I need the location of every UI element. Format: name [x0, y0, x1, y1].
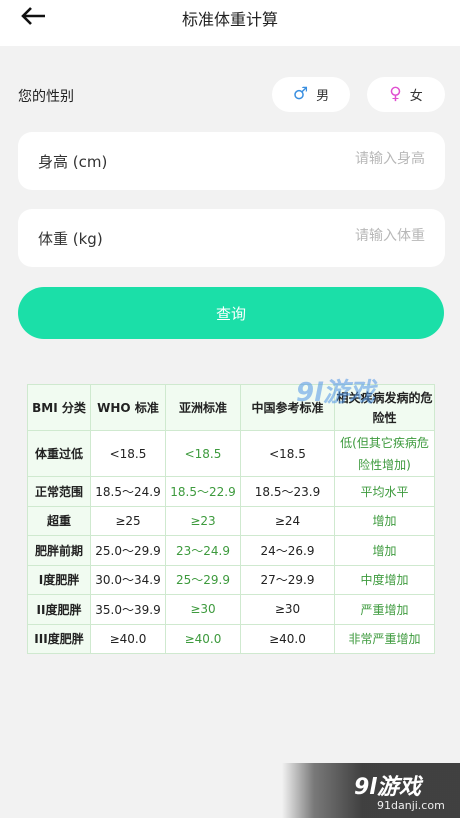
- table-cell: <18.5: [90, 430, 166, 477]
- gender-label: 您的性别: [18, 89, 74, 105]
- table-cell: 25.0～29.9: [90, 535, 166, 566]
- watermark-text: 9l游戏: [296, 378, 376, 408]
- table-row: 超重 ≥25 ≥23 ≥24 增加: [27, 505, 435, 536]
- row-label: III度肥胖: [27, 623, 91, 654]
- table-cell: 25～29.9: [165, 564, 241, 595]
- corner-url: 91danji.com: [377, 799, 445, 812]
- page-title: 标准体重计算: [181, 10, 278, 29]
- weight-input[interactable]: [223, 227, 427, 245]
- table-cell: <18.5: [165, 430, 241, 477]
- table-cell: 30.0～34.9: [90, 564, 166, 595]
- header-asia: 亚洲标准: [165, 384, 241, 431]
- table-cell: 24～26.9: [240, 535, 335, 566]
- corner-logo: 9l游戏: [354, 775, 421, 800]
- query-button[interactable]: 查询: [18, 287, 444, 339]
- table-cell: 低(但其它疾病危险性增加): [334, 430, 435, 477]
- table-cell: 18.5～22.9: [165, 476, 241, 507]
- table-cell: 严重增加: [334, 594, 435, 625]
- corner-watermark: 9l游戏 91danji.com: [282, 763, 460, 818]
- table-cell: ≥30: [240, 594, 335, 625]
- table-row: III度肥胖 ≥40.0 ≥40.0 ≥40.0 非常严重增加: [27, 623, 435, 654]
- bmi-table: BMI 分类 WHO 标准 亚洲标准 中国参考标准 相关疾病发病的危险性 体重过…: [27, 384, 435, 654]
- app-header: 标准体重计算: [0, 0, 460, 46]
- table-row: II度肥胖 35.0～39.9 ≥30 ≥30 严重增加: [27, 594, 435, 625]
- table-cell: 18.5～23.9: [240, 476, 335, 507]
- table-cell: 23～24.9: [165, 535, 241, 566]
- table-cell: 增加: [334, 535, 435, 566]
- table-cell: <18.5: [240, 430, 335, 477]
- male-symbol-icon: ♂: [292, 84, 309, 104]
- table-cell: ≥40.0: [240, 623, 335, 654]
- row-label: I度肥胖: [27, 564, 91, 595]
- table-row: I度肥胖 30.0～34.9 25～29.9 27～29.9 中度增加: [27, 564, 435, 595]
- table-cell: ≥40.0: [90, 623, 166, 654]
- header-bmi: BMI 分类: [27, 384, 91, 431]
- table-row: 体重过低 <18.5 <18.5 <18.5 低(但其它疾病危险性增加): [27, 430, 435, 477]
- height-field: 身高 (cm): [18, 132, 445, 190]
- table-cell: ≥25: [90, 505, 166, 536]
- header-who: WHO 标准: [90, 384, 166, 431]
- weight-field: 体重 (kg): [18, 209, 445, 267]
- row-label: 正常范围: [27, 476, 91, 507]
- height-input[interactable]: [223, 150, 427, 168]
- female-label: 女: [409, 89, 423, 104]
- table-cell: 27～29.9: [240, 564, 335, 595]
- watermark-logo: 9l游戏: [296, 372, 396, 408]
- weight-label: 体重 (kg): [38, 230, 103, 248]
- row-label: 体重过低: [27, 430, 91, 477]
- table-cell: 增加: [334, 505, 435, 536]
- male-button[interactable]: ♂ 男: [272, 77, 350, 112]
- female-button[interactable]: ♀ 女: [367, 77, 445, 112]
- table-cell: 平均水平: [334, 476, 435, 507]
- table-cell: 35.0～39.9: [90, 594, 166, 625]
- table-cell: 18.5～24.9: [90, 476, 166, 507]
- row-label: 肥胖前期: [27, 535, 91, 566]
- height-label: 身高 (cm): [38, 153, 108, 171]
- table-cell: 非常严重增加: [334, 623, 435, 654]
- table-cell: ≥23: [165, 505, 241, 536]
- row-label: II度肥胖: [27, 594, 91, 625]
- table-cell: ≥24: [240, 505, 335, 536]
- table-cell: 中度增加: [334, 564, 435, 595]
- table-row: 正常范围 18.5～24.9 18.5～22.9 18.5～23.9 平均水平: [27, 476, 435, 507]
- row-label: 超重: [27, 505, 91, 536]
- table-cell: ≥40.0: [165, 623, 241, 654]
- table-row: 肥胖前期 25.0～29.9 23～24.9 24～26.9 增加: [27, 535, 435, 566]
- male-label: 男: [316, 89, 330, 104]
- female-symbol-icon: ♀: [389, 84, 402, 104]
- table-cell: ≥30: [165, 594, 241, 625]
